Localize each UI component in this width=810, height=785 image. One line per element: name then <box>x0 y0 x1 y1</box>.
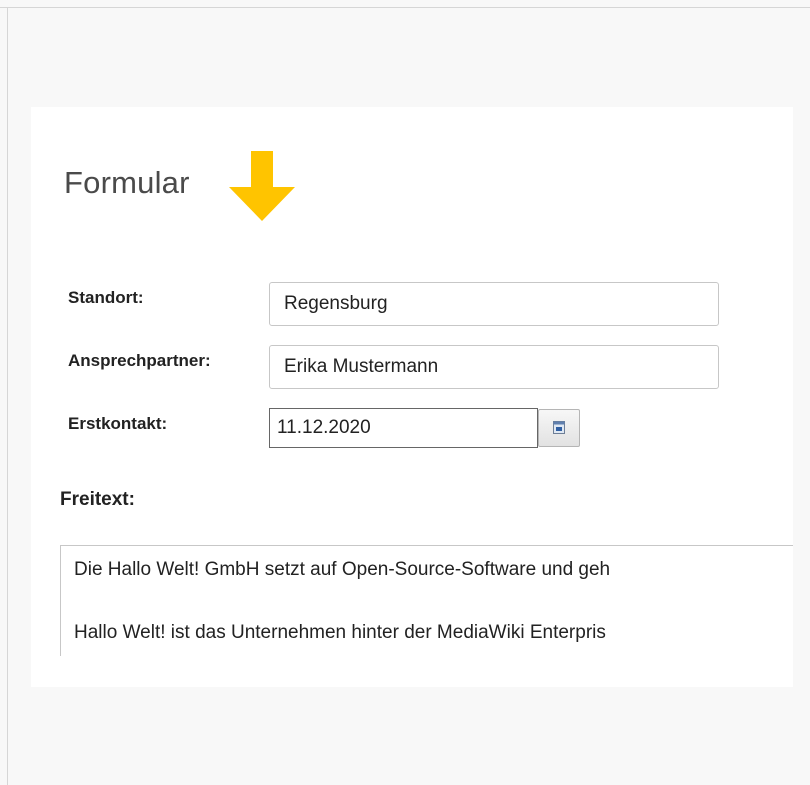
freitext-label: Freitext: <box>60 489 135 510</box>
freitext-line: Hallo Welt! ist das Unternehmen hinter d… <box>74 622 606 643</box>
standort-input[interactable] <box>269 282 719 326</box>
form-card: Formular Standort: Ansprechpartner: Erst… <box>31 107 793 687</box>
frame-border-left <box>7 7 8 785</box>
ansprechpartner-label: Ansprechpartner: <box>68 351 211 370</box>
form-title: Formular <box>64 165 190 200</box>
arrow-down-icon <box>229 151 295 221</box>
erstkontakt-label: Erstkontakt: <box>68 414 168 433</box>
calendar-icon <box>553 421 565 434</box>
calendar-button[interactable] <box>538 409 580 447</box>
erstkontakt-date-input[interactable] <box>269 408 538 448</box>
frame-border-top <box>0 7 810 8</box>
standort-label: Standort: <box>68 288 144 307</box>
freitext-line: Die Hallo Welt! GmbH setzt auf Open-Sour… <box>74 559 611 580</box>
ansprechpartner-input[interactable] <box>269 345 719 389</box>
freitext-textarea[interactable]: Die Hallo Welt! GmbH setzt auf Open-Sour… <box>60 545 793 656</box>
